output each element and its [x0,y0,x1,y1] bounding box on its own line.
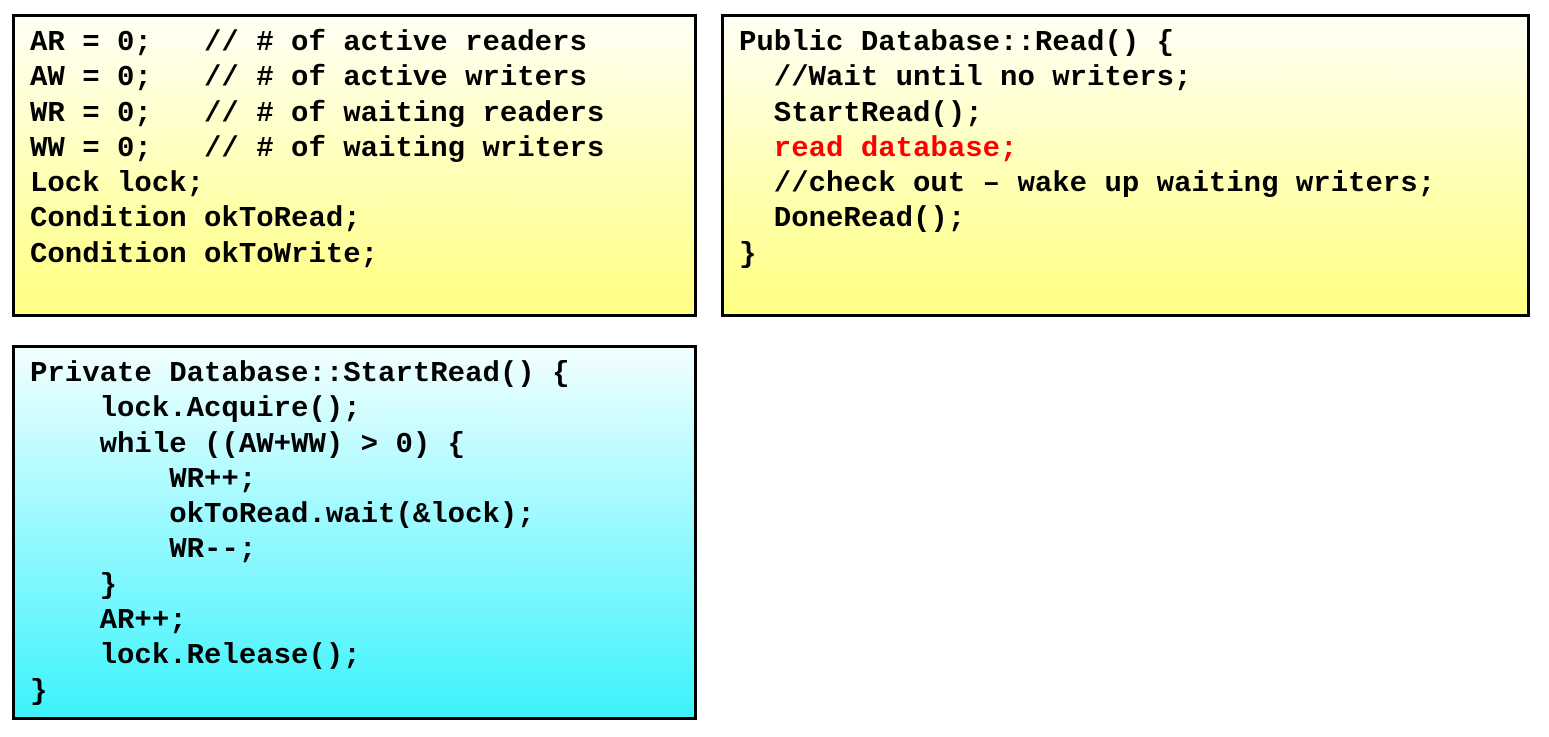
code-line-startread-signature: Private Database::StartRead() { [30,357,570,390]
code-line-oktowrite-declaration: Condition okToWrite; [30,237,379,271]
code-line-read-closing-brace: } [739,237,757,271]
code-line-checkout-comment: //check out – wake up waiting writers; [739,167,1436,201]
code-line-read-signature: Public Database::Read() { [739,26,1175,59]
code-line-while-condition: while ((AW+WW) > 0) { [30,427,466,461]
code-line-startread-closing-brace: } [30,674,48,708]
code-line-oktoread-wait: okToRead.wait(&lock); [30,498,535,532]
code-line-aw-declaration: AW = 0; // # of active writers [30,61,587,95]
startread-function-code-box: Private Database::StartRead() { lock.Acq… [12,345,697,720]
code-line-startread-call: StartRead(); [739,96,983,130]
code-line-lock-release: lock.Release(); [30,639,361,673]
code-line-wait-comment: //Wait until no writers; [739,61,1192,95]
code-line-lock-declaration: Lock lock; [30,167,205,201]
code-line-wr-declaration: WR = 0; // # of waiting readers [30,96,605,130]
code-line-wr-decrement: WR--; [30,533,257,567]
code-line-ar-increment: AR++; [30,604,187,638]
code-line-doneread-call: DoneRead(); [739,202,966,236]
code-line-read-database: read database; [739,131,1018,165]
code-line-ar-declaration: AR = 0; // # of active readers [30,26,587,59]
code-line-ww-declaration: WW = 0; // # of waiting writers [30,131,605,165]
code-line-lock-acquire: lock.Acquire(); [30,392,361,426]
shared-state-code-box: AR = 0; // # of active readers AW = 0; /… [12,14,697,317]
read-function-code-box: Public Database::Read() { //Wait until n… [721,14,1530,317]
code-line-wr-increment: WR++; [30,462,257,496]
code-line-while-closing-brace: } [30,568,118,602]
code-line-oktoread-declaration: Condition okToRead; [30,202,361,236]
